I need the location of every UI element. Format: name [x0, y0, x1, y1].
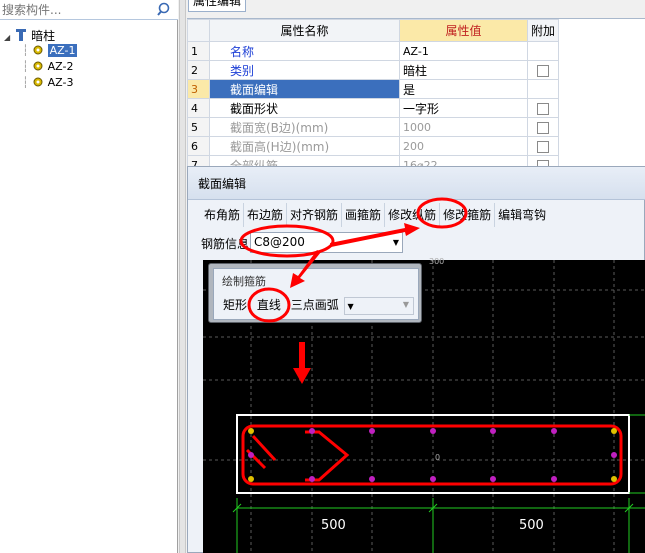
value-cell[interactable]: 200 [399, 136, 528, 156]
property-grid: 属性名称 属性值 附加 1 名称 AZ-1 2 类别 暗柱 3 截面编辑 是 4… [187, 18, 645, 178]
arc-options-combo[interactable]: ▼ [344, 297, 414, 315]
tree-item-az-2[interactable]: ┆ AZ-2 [22, 58, 73, 74]
modify-longitudinal-rebar-button[interactable]: 修改纵筋 [385, 203, 441, 227]
draw-stirrup-button[interactable]: 画箍筋 [342, 203, 386, 227]
dimension-label: 500 [321, 518, 346, 533]
dimension-label: 500 [519, 518, 544, 533]
arc-dropdown-icon[interactable]: ▼ [348, 302, 354, 311]
header-property-value[interactable]: 属性值 [399, 19, 528, 42]
table-row[interactable]: 2 类别 暗柱 [187, 60, 560, 80]
extra-checkbox[interactable] [537, 64, 549, 77]
draw-rectangle-button[interactable]: 矩形 [220, 295, 250, 315]
table-row[interactable]: 6 截面高(H边)(mm) 200 [187, 136, 560, 156]
place-corner-rebar-button[interactable]: 布角筋 [201, 203, 245, 227]
edit-hook-button[interactable]: 编辑弯钩 [495, 203, 549, 227]
tick-label: 300 [429, 257, 445, 266]
collapse-icon[interactable]: ◢ [4, 33, 10, 42]
extra-checkbox[interactable] [537, 102, 549, 115]
panel-splitter[interactable] [179, 0, 186, 553]
value-cell[interactable]: 暗柱 [399, 60, 528, 80]
rebar-info-label: 钢筋信息 [201, 237, 250, 251]
value-cell[interactable]: 1000 [399, 117, 528, 137]
floating-toolbar-title: 绘制箍筋 [222, 275, 266, 288]
table-row[interactable]: 1 名称 AZ-1 [187, 41, 560, 61]
extra-checkbox[interactable] [537, 121, 549, 134]
component-tree-panel: ◢ 暗柱 ┆ AZ-1 ┆ AZ-2 ┆ AZ-3 [0, 0, 178, 553]
value-cell[interactable]: 一字形 [399, 98, 528, 118]
header-extra[interactable]: 附加 [526, 19, 560, 42]
search-icon[interactable] [155, 1, 175, 19]
header-property-name[interactable]: 属性名称 [209, 19, 400, 42]
search-bar [0, 0, 178, 20]
dropdown-arrow-icon[interactable]: ▼ [393, 233, 399, 252]
draw-stirrup-floating-toolbar: 绘制箍筋 ▼ 矩形 直线 三点画弧 ▼ [208, 263, 422, 323]
tick-label: 0 [435, 453, 441, 462]
tree-item-az-1[interactable]: ┆ AZ-1 [22, 42, 78, 58]
column-icon [15, 29, 26, 41]
component-gear-icon [33, 45, 43, 55]
table-row[interactable]: 3 截面编辑 是 [187, 79, 560, 99]
value-cell[interactable]: AZ-1 [399, 41, 528, 61]
search-input[interactable] [0, 1, 150, 19]
tree-item-label: AZ-3 [47, 76, 74, 89]
align-rebar-button[interactable]: 对齐钢筋 [287, 203, 343, 227]
tree-root-label: 暗柱 [31, 29, 56, 43]
dialog-title: 截面编辑 [188, 167, 645, 200]
table-row[interactable]: 5 截面宽(B边)(mm) 1000 [187, 117, 560, 137]
tree-root[interactable]: ◢ 暗柱 [4, 26, 56, 43]
draw-three-point-arc-button[interactable]: 三点画弧 [288, 295, 342, 315]
tree-item-label: AZ-1 [47, 44, 78, 57]
tree-item-az-3[interactable]: ┆ AZ-3 [22, 74, 73, 90]
dialog-toolbar: 布角筋 布边筋 对齐钢筋 画箍筋 修改纵筋 修改箍筋 编辑弯钩 [201, 203, 549, 229]
extra-checkbox[interactable] [537, 140, 549, 153]
place-edge-rebar-button[interactable]: 布边筋 [244, 203, 288, 227]
rebar-info-select[interactable]: C8@200 ▼ [250, 232, 403, 253]
tab-property-edit[interactable]: 属性编辑 [188, 0, 246, 12]
tree-item-label: AZ-2 [47, 60, 74, 73]
value-cell[interactable]: 是 [399, 79, 528, 99]
component-gear-icon [33, 61, 43, 71]
table-row[interactable]: 4 截面形状 一字形 [187, 98, 560, 118]
component-gear-icon [33, 77, 43, 87]
modify-stirrup-button[interactable]: 修改箍筋 [440, 203, 496, 227]
draw-line-button[interactable]: 直线 [254, 295, 284, 315]
